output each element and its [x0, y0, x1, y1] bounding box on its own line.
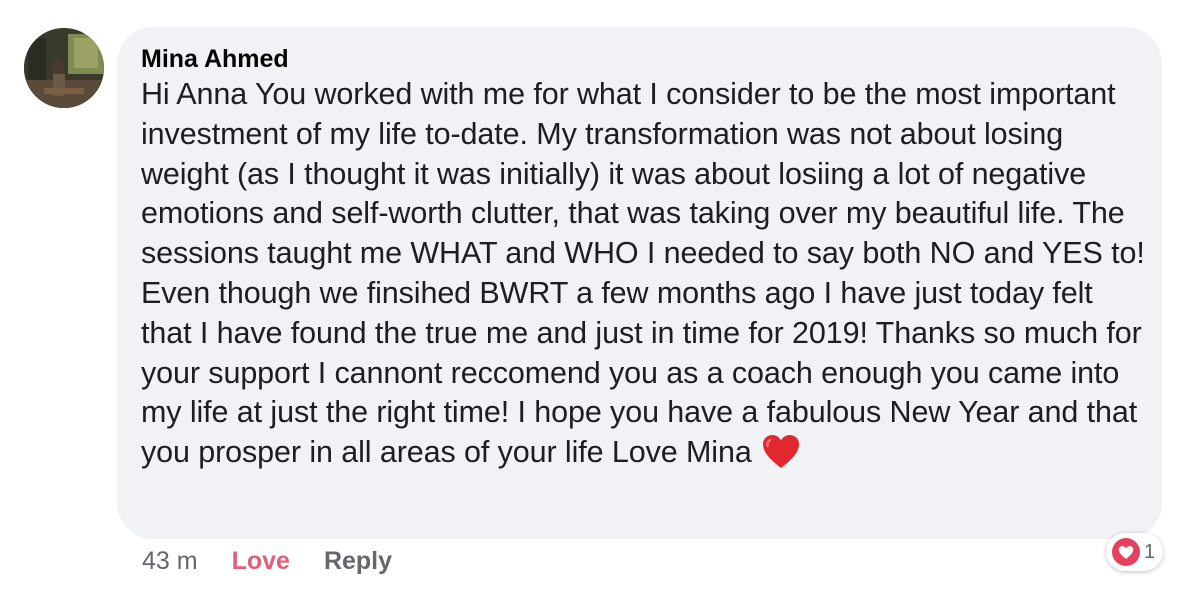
heart-icon: [1112, 538, 1140, 566]
reply-button[interactable]: Reply: [324, 546, 392, 576]
avatar[interactable]: [24, 28, 104, 108]
reaction-count: 1: [1144, 540, 1156, 563]
red-heart-icon: [762, 434, 800, 470]
comment-text: Hi Anna You worked with me for what I co…: [141, 77, 1145, 470]
comment-timestamp[interactable]: 43 m: [142, 546, 198, 576]
avatar-photo: [24, 28, 104, 108]
comment-actions: 43 m Love Reply: [142, 546, 392, 576]
reaction-summary[interactable]: 1: [1106, 533, 1164, 571]
comment-author[interactable]: Mina Ahmed: [141, 43, 1138, 75]
love-button[interactable]: Love: [232, 546, 290, 576]
comment-body: Hi Anna You worked with me for what I co…: [141, 75, 1151, 473]
comment-bubble: Mina Ahmed Hi Anna You worked with me fo…: [117, 27, 1162, 539]
